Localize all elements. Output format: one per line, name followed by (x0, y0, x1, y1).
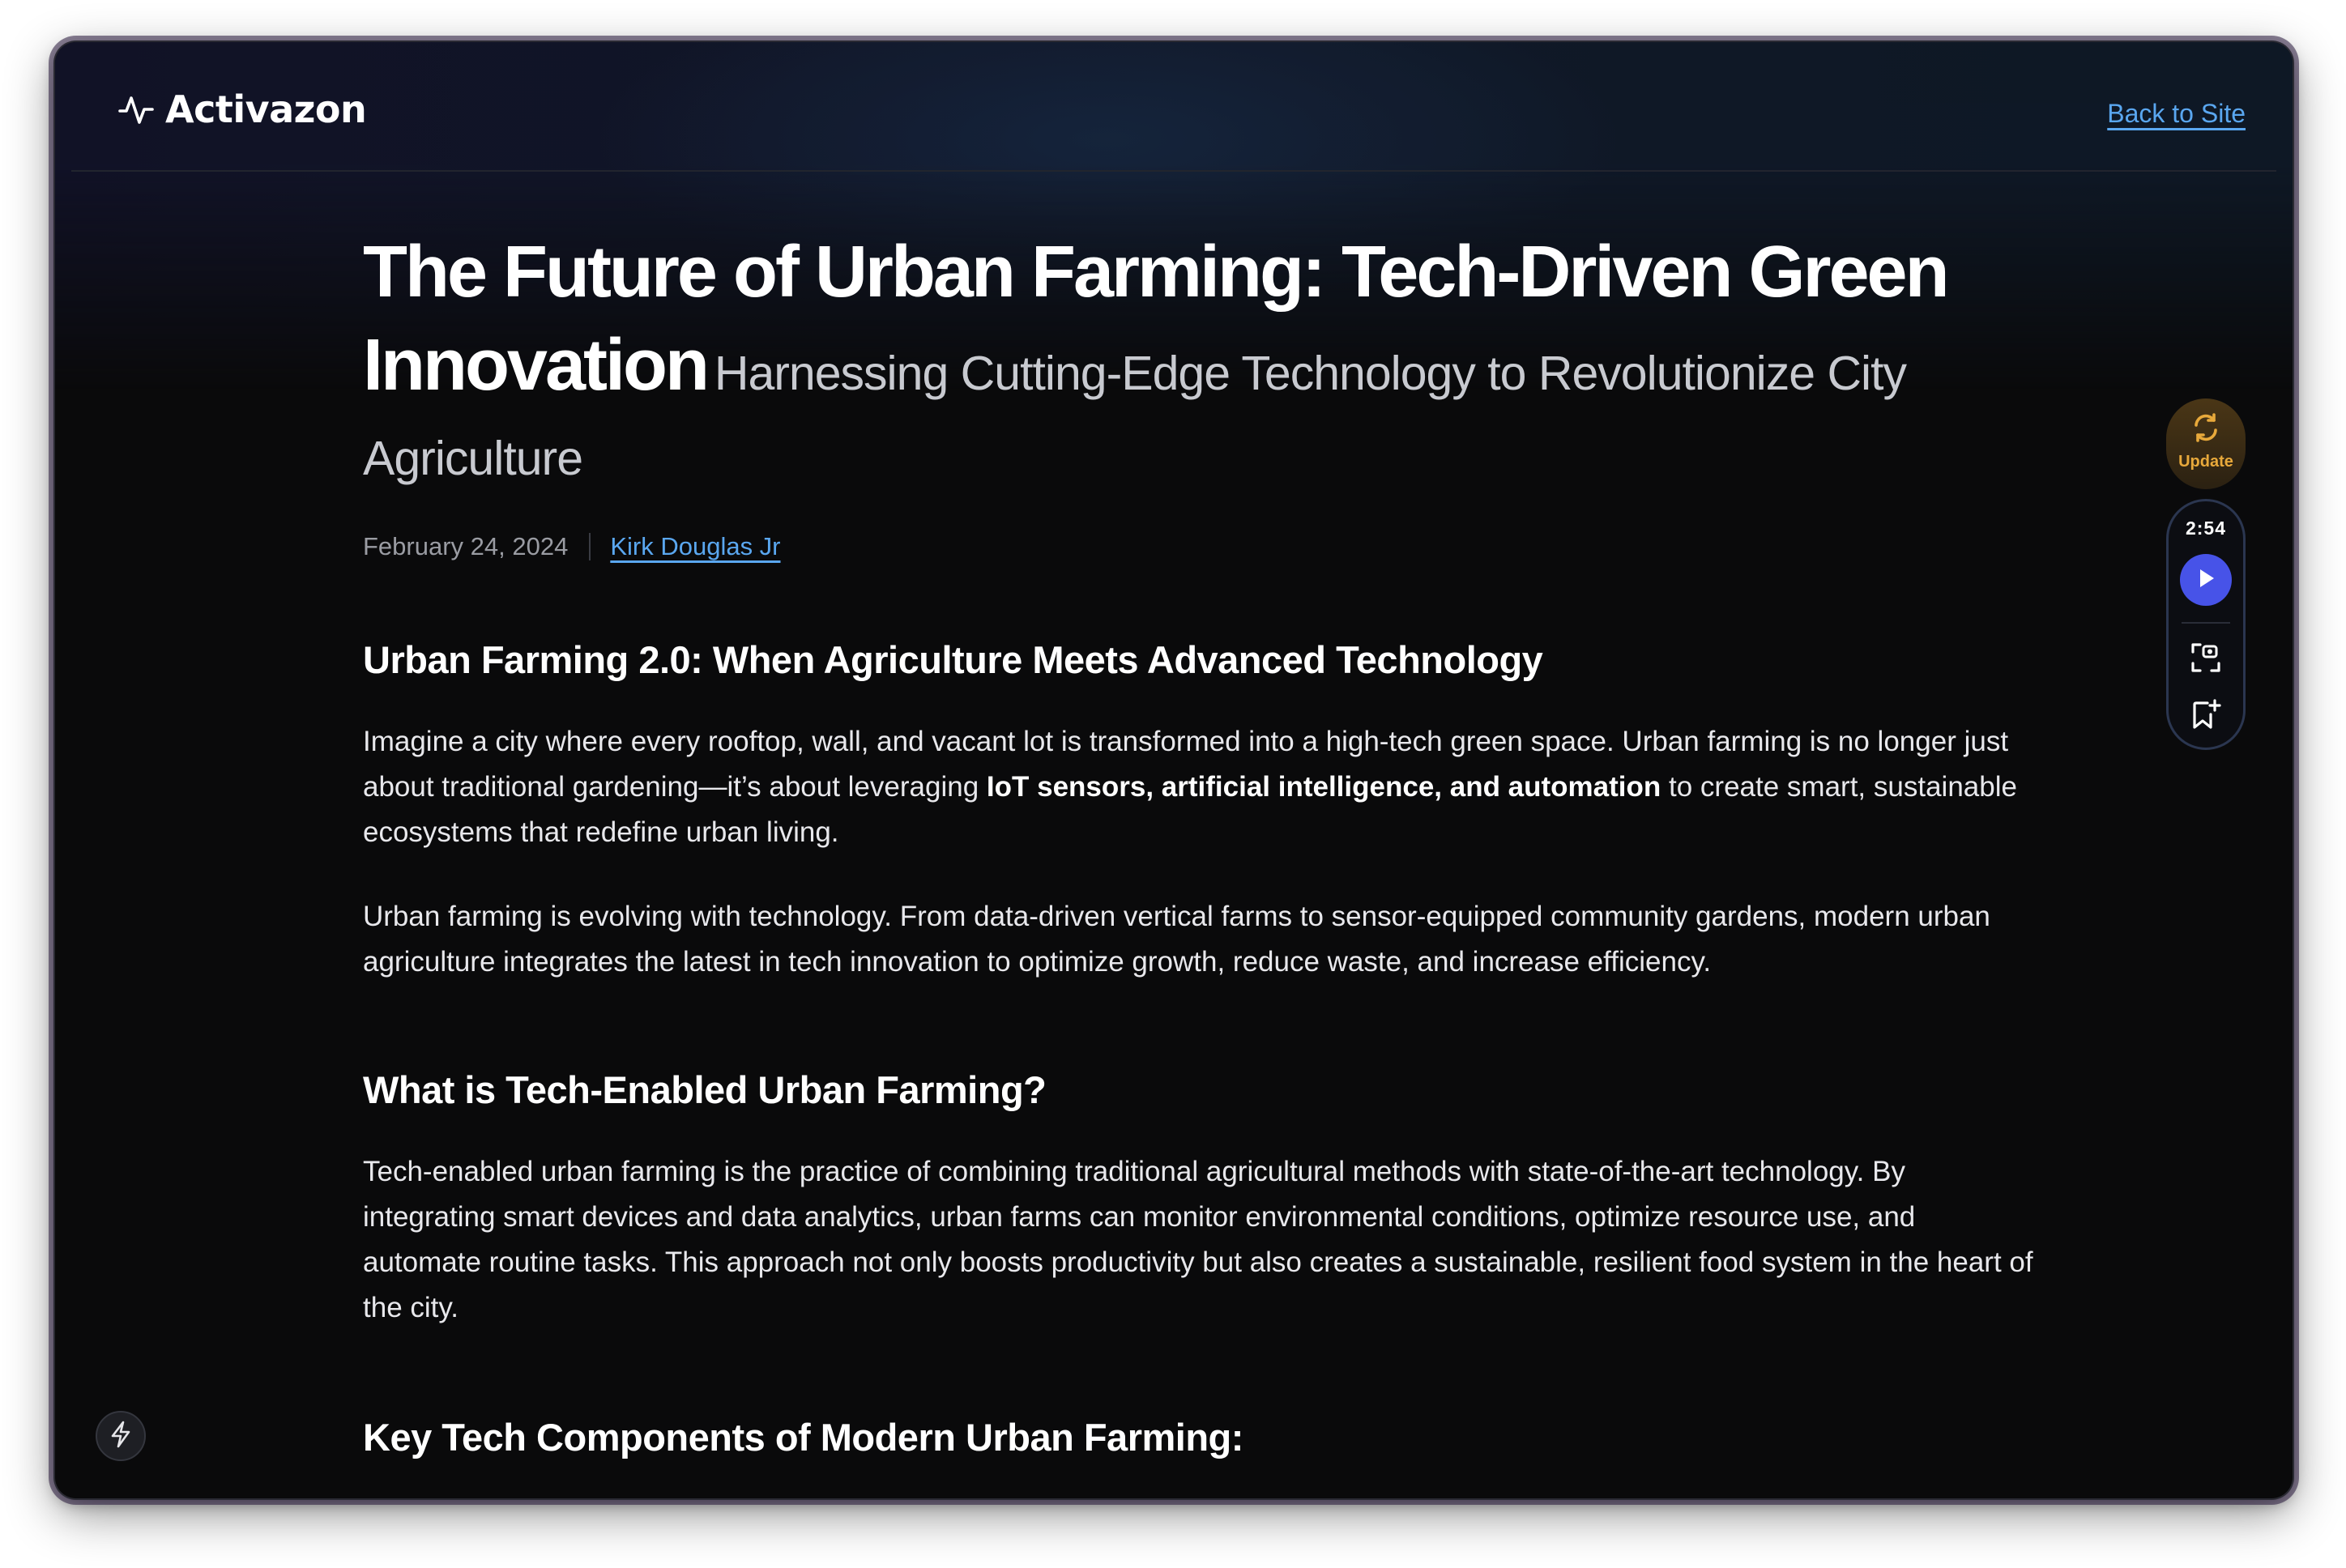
article-meta: February 24, 2024 Kirk Douglas Jr (363, 532, 2040, 561)
article-content: The Future of Urban Farming: Tech-Driven… (363, 233, 2040, 1459)
paragraph-bold-text: IoT sensors, artificial intelligence, an… (986, 771, 1661, 803)
play-button[interactable] (2180, 554, 2232, 606)
play-icon (2195, 567, 2216, 594)
section-heading: Urban Farming 2.0: When Agriculture Meet… (363, 638, 1543, 681)
bookmark-add-icon (2190, 698, 2222, 735)
top-navigation-bar: Activazon Back to Site (71, 58, 2276, 172)
screenshot-button[interactable] (2186, 640, 2225, 679)
bolt-icon (109, 1421, 133, 1452)
paragraph: Tech-enabled urban farming is the practi… (363, 1156, 2033, 1323)
side-action-rail: Update 2:54 (2166, 398, 2247, 750)
section-heading: What is Tech-Enabled Urban Farming? (363, 1068, 1047, 1111)
add-bookmark-button[interactable] (2186, 697, 2225, 735)
activity-pulse-icon (118, 93, 154, 126)
audio-player: 2:54 (2166, 499, 2246, 750)
player-divider (2182, 622, 2230, 624)
section-heading: Key Tech Components of Modern Urban Farm… (363, 1416, 1243, 1459)
update-label: Update (2178, 453, 2233, 471)
back-to-site-link[interactable]: Back to Site (2107, 99, 2246, 129)
paragraph: Imagine a city where every rooftop, wall… (363, 719, 2040, 855)
brand-name: Activazon (165, 87, 367, 131)
screenshot-icon (2190, 641, 2222, 678)
paragraph: Urban farming is evolving with technolog… (363, 901, 1990, 978)
meta-divider (589, 533, 591, 560)
publish-date: February 24, 2024 (363, 532, 569, 560)
quick-action-button[interactable] (96, 1411, 146, 1461)
playback-time: 2:54 (2185, 518, 2227, 539)
brand-logo[interactable]: Activazon (118, 87, 367, 131)
refresh-icon (2190, 411, 2222, 448)
browser-window: Activazon Back to Site The Future of Urb… (55, 42, 2293, 1498)
author-link[interactable]: Kirk Douglas Jr (610, 532, 780, 561)
update-button[interactable]: Update (2166, 398, 2246, 489)
article-title-block: The Future of Urban Farming: Tech-Driven… (363, 233, 2040, 505)
